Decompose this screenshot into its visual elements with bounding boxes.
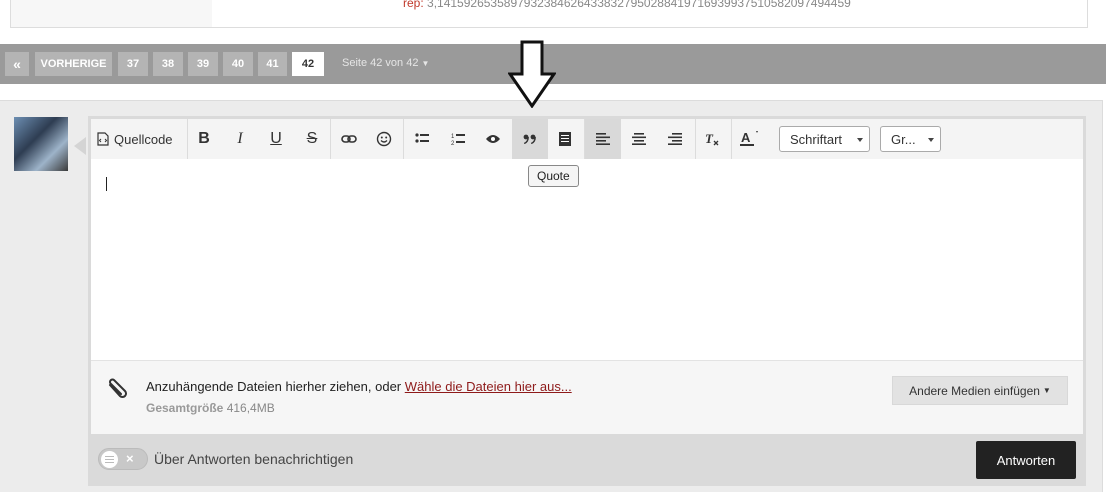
preview-button[interactable] [478, 119, 508, 159]
align-left-icon [596, 133, 610, 145]
total-size: Gesamtgröße 416,4MB [146, 401, 275, 415]
eye-icon [486, 135, 500, 143]
quote-icon [523, 134, 536, 144]
toolbar-divider [330, 119, 331, 159]
arrow-down-icon [507, 40, 557, 113]
quote-tooltip: Quote [528, 165, 579, 187]
previous-page-button[interactable]: VORHERIGE [35, 52, 112, 76]
link-icon [341, 135, 357, 143]
caret-down-icon: ▼ [1042, 386, 1051, 395]
previous-post: rep: 3,141592653589793238462643383279502… [0, 0, 1106, 44]
insert-media-button[interactable]: Andere Medien einfügen ▼ [892, 376, 1068, 405]
caret-down-icon: ▼ [421, 59, 430, 68]
underline-button[interactable]: U [261, 119, 291, 159]
align-right-button[interactable] [660, 119, 690, 159]
page-button-38[interactable]: 38 [153, 52, 183, 76]
caret-down-icon [857, 138, 863, 142]
rep-label: rep: [403, 0, 424, 10]
toolbar-divider [695, 119, 696, 159]
code-block-icon [559, 132, 571, 146]
strikethrough-button[interactable]: S [297, 119, 327, 159]
toolbar-divider [187, 119, 188, 159]
svg-text:A: A [741, 131, 751, 145]
source-code-button[interactable]: Quellcode [97, 119, 185, 159]
page-info-label: Seite 42 von 42 [342, 57, 419, 69]
toggle-knob [101, 451, 118, 468]
toolbar-divider [403, 119, 404, 159]
speech-nub [74, 137, 86, 155]
post-author-column [10, 0, 212, 28]
page-info-dropdown[interactable]: Seite 42 von 42 ▼ [342, 57, 429, 69]
text-color-button[interactable]: A [734, 119, 766, 159]
total-size-label: Gesamtgröße [146, 401, 224, 415]
clear-format-icon: T [705, 131, 719, 146]
notify-label[interactable]: Über Antworten benachrichtigen [154, 451, 353, 467]
first-page-button[interactable]: « [5, 52, 29, 76]
avatar[interactable] [14, 117, 68, 171]
page-button-42-current[interactable]: 42 [292, 52, 324, 76]
remove-format-button[interactable]: T [697, 119, 727, 159]
text-cursor [106, 177, 107, 191]
svg-text:1: 1 [451, 134, 455, 140]
numbered-list-button[interactable]: 12 [443, 119, 473, 159]
smiley-icon [376, 131, 392, 147]
menu-icon [105, 456, 114, 463]
submit-reply-button[interactable]: Antworten [976, 441, 1076, 479]
attachment-instructions: Anzuhängende Dateien hierher ziehen, ode… [146, 379, 572, 394]
font-size-dropdown[interactable]: Gr... [880, 126, 941, 152]
bullet-list-icon [415, 133, 429, 143]
font-size-label: Gr... [891, 131, 916, 147]
editor-content-area[interactable] [91, 159, 1083, 360]
choose-files-link[interactable]: Wähle die Dateien hier aus... [405, 379, 572, 394]
bold-button[interactable]: B [189, 119, 219, 159]
bulleted-list-button[interactable] [407, 119, 437, 159]
italic-button[interactable]: I [225, 119, 255, 159]
numbered-list-icon: 12 [451, 134, 465, 146]
attachment-drop-text: Anzuhängende Dateien hierher ziehen, ode… [146, 379, 405, 394]
font-family-label: Schriftart [790, 131, 843, 147]
total-size-value: 416,4MB [226, 401, 275, 415]
align-center-button[interactable] [624, 119, 654, 159]
align-left-button[interactable] [585, 119, 621, 159]
page-button-40[interactable]: 40 [223, 52, 253, 76]
align-right-icon [668, 133, 682, 145]
toolbar-divider [731, 119, 732, 159]
editor-toolbar: Quellcode B I U S 12 T A Schriftart Gr..… [91, 119, 1083, 159]
double-chevron-left-icon: « [13, 56, 21, 72]
page-button-41[interactable]: 41 [258, 52, 287, 76]
font-family-dropdown[interactable]: Schriftart [779, 126, 870, 152]
source-file-icon [97, 132, 109, 146]
toggle-off-icon: × [126, 451, 134, 466]
align-center-icon [632, 133, 646, 145]
page-button-37[interactable]: 37 [118, 52, 148, 76]
code-block-button[interactable] [550, 119, 580, 159]
quote-button[interactable] [512, 119, 548, 159]
insert-media-label: Andere Medien einfügen [909, 383, 1040, 398]
paperclip-icon [104, 376, 130, 409]
svg-text:T: T [705, 131, 714, 146]
link-button[interactable] [334, 119, 364, 159]
text-color-icon: A [740, 131, 758, 146]
source-code-label: Quellcode [114, 131, 173, 147]
caret-down-icon [928, 138, 934, 142]
page-button-39[interactable]: 39 [188, 52, 218, 76]
smiley-button[interactable] [369, 119, 399, 159]
post-signature: rep: 3,141592653589793238462643383279502… [403, 0, 851, 10]
rep-value: 3,14159265358979323846264338327950288419… [427, 0, 851, 10]
svg-text:2: 2 [451, 141, 455, 146]
